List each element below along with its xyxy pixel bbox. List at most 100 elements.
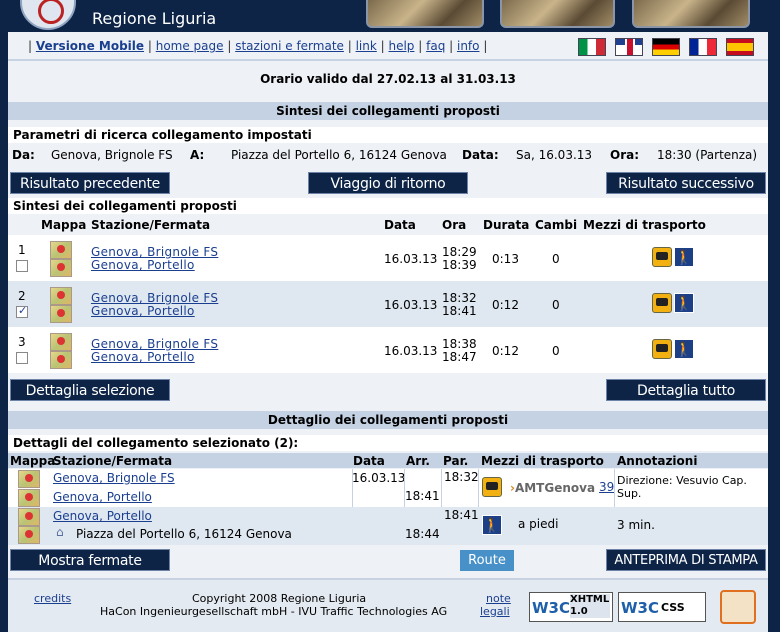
nav-home-link[interactable]: home page [156,39,224,53]
col-time: Ora [442,218,467,232]
english-flag-icon[interactable] [615,38,643,56]
map-icon[interactable] [18,489,40,507]
to-label: A: [190,148,205,162]
from-value: Genova, Brignole FS [51,148,173,162]
leg-dep: 18:41 [444,508,479,522]
return-trip-button[interactable]: Viaggio di ritorno [308,172,468,194]
leg-date: 16.03.13 [352,471,406,485]
to-station-link[interactable]: Genova, Portello [91,258,195,272]
col-notes: Annotazioni [617,454,698,468]
col-date: Data [384,218,416,232]
header-photo [366,0,484,28]
previous-result-button[interactable]: Risultato precedente [10,172,170,194]
time-value: 18:30 (Partenza) [657,148,758,162]
col-station: Stazione/Fermata [53,454,173,468]
summary-title: Sintesi dei collegamenti proposti [13,199,237,213]
col-duration: Durata [483,218,530,232]
w3c-css-badge[interactable]: W3C CSS [618,592,706,622]
bus-icon [652,339,672,359]
french-flag-icon[interactable] [689,38,717,56]
map-icon[interactable] [50,287,72,305]
legal-notes-link-1[interactable]: note [486,592,511,605]
col-transport: Mezzi di trasporto [583,218,706,232]
regione-liguria-logo[interactable] [20,0,76,30]
detail-selection-button[interactable]: Dettaglia selezione [10,379,170,401]
from-station-link[interactable]: Genova, Brignole FS [91,245,218,259]
map-icon[interactable] [18,526,40,544]
time-label: Ora: [610,148,640,162]
nav-links: | Versione Mobile | home page | stazioni… [28,39,488,53]
row-checkbox-checked[interactable] [16,304,28,318]
nav-faq-link[interactable]: faq [426,39,445,53]
accessibility-icon[interactable] [720,590,756,624]
map-icon[interactable] [50,333,72,351]
col-transport: Mezzi di trasporto [481,454,604,468]
map-icon[interactable] [50,241,72,259]
detail-bar: Dettaglio dei collegamenti proposti [8,411,768,429]
brand-title: Regione Liguria [92,9,217,28]
to-value: Piazza del Portello 6, 16124 Genova [231,148,447,162]
w3c-xhtml-badge[interactable]: W3C XHTML 1.0 [529,592,613,622]
footer: credits Copyright 2008 Regione Liguria H… [8,578,768,632]
row-date: 16.03.13 [384,344,438,358]
nav-mobile-link[interactable]: Versione Mobile [36,39,144,53]
row-number: 3 [18,335,26,349]
nav-stations-link[interactable]: stazioni e fermate [235,39,344,53]
next-result-button[interactable]: Risultato successivo [606,172,766,194]
copyright-line-1: Copyright 2008 Regione Liguria [192,592,367,605]
map-icon[interactable] [18,470,40,488]
bus-icon [652,293,672,313]
css-badge-label: CSS [661,601,685,614]
row-checkbox[interactable] [16,352,28,364]
nav-help-link[interactable]: help [388,39,414,53]
german-flag-icon[interactable] [652,38,680,56]
summary-table-header: Mappa Stazione/Fermata Data Ora Durata C… [8,216,768,234]
from-station-link[interactable]: Genova, Brignole FS [91,291,218,305]
detail-all-button[interactable]: Dettaglia tutto [606,379,766,401]
header-photo [632,0,750,28]
print-preview-button[interactable]: ANTEPRIMA DI STAMPA [606,549,766,571]
show-stops-button[interactable]: Mostra fermate [10,549,170,571]
credits-link[interactable]: credits [34,592,71,605]
route-button[interactable]: Route [460,550,514,571]
to-station-link[interactable]: Genova, Portello [91,350,195,364]
table-row[interactable]: 1 Genova, Brignole FS Genova, Portello 1… [8,235,768,281]
map-icon[interactable] [18,508,40,526]
row-arr: 18:39 [442,258,477,272]
row-changes: 0 [552,298,560,312]
to-station-link[interactable]: Genova, Portello [91,304,195,318]
from-label: Da: [12,148,35,162]
leg-from-link[interactable]: Genova, Portello [53,509,152,523]
date-value: Sa, 16.03.13 [516,148,593,162]
row-checkbox[interactable] [16,260,28,272]
leg-from-link[interactable]: Genova, Brignole FS [53,471,175,485]
bus-icon [482,477,502,497]
italian-flag-icon[interactable] [578,38,606,56]
operator-name: AMTGenova [514,481,596,495]
leg-to-link[interactable]: Genova, Portello [53,490,152,504]
row-duration: 0:12 [492,344,519,358]
row-dep: 18:29 [442,245,477,259]
row-duration: 0:13 [492,252,519,266]
walk-mode: a piedi [518,517,559,531]
validity-text: Orario valido dal 27.02.13 al 31.03.13 [260,72,516,86]
col-date: Data [353,454,385,468]
map-icon[interactable] [50,305,72,323]
copyright-line-2: HaCon Ingenieurgesellschaft mbH - IVU Tr… [100,605,448,618]
home-icon: ⌂ [56,525,64,539]
legal-notes-link-2[interactable]: legali [480,605,510,618]
nav-info-link[interactable]: info [457,39,480,53]
line-link[interactable]: 39 [599,480,614,494]
spanish-flag-icon[interactable] [726,38,754,56]
from-station-link[interactable]: Genova, Brignole FS [91,337,218,351]
nav-link-link[interactable]: link [356,39,377,53]
detail-title: Dettagli del collegamento selezionato (2… [13,436,299,450]
col-map: Mappa [41,218,87,232]
page: Regione Liguria | Versione Mobile | home… [0,0,780,632]
map-icon[interactable] [50,351,72,369]
col-changes: Cambi [535,218,578,232]
table-row[interactable]: 2 Genova, Brignole FS Genova, Portello 1… [8,281,768,327]
map-icon[interactable] [50,259,72,277]
row-number: 1 [18,243,26,257]
table-row[interactable]: 3 Genova, Brignole FS Genova, Portello 1… [8,327,768,373]
